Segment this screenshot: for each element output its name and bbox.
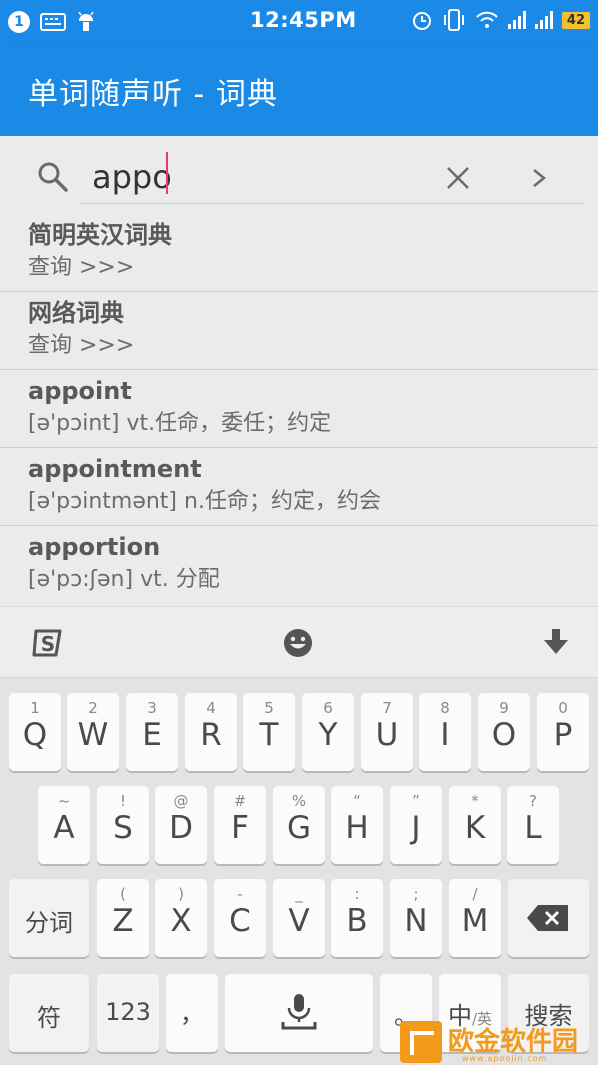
watermark-url: www.apoojin.com bbox=[462, 1054, 548, 1063]
key-g[interactable]: % G bbox=[273, 786, 325, 864]
android-icon bbox=[78, 11, 94, 31]
list-item-title: 简明英汉词典 bbox=[28, 221, 172, 249]
key-d[interactable]: @ D bbox=[155, 786, 207, 864]
comma-key[interactable]: ， bbox=[166, 974, 218, 1052]
keyboard: 1Q 2W 3E 4R 5T 6Y 7U 8I 9O 0P ~ A ! S @ D #… bbox=[0, 678, 598, 1065]
key-e[interactable]: 3E bbox=[126, 693, 178, 771]
keyboard-toolbar: S bbox=[0, 606, 598, 678]
list-item-title: appointment bbox=[28, 455, 202, 483]
emoji-icon[interactable] bbox=[282, 627, 314, 659]
list-item-title: appoint bbox=[28, 377, 132, 405]
list-item[interactable]: apportion [ə'pɔ:ʃən] vt. 分配 bbox=[0, 526, 598, 604]
segment-key[interactable]: 分词 bbox=[9, 879, 89, 957]
key-r[interactable]: 4R bbox=[185, 693, 237, 771]
watermark-icon bbox=[400, 1020, 442, 1063]
key-l[interactable]: ? L bbox=[507, 786, 559, 864]
list-item[interactable]: 网络词典 查询 >>> bbox=[0, 292, 598, 370]
key-f[interactable]: # F bbox=[214, 786, 266, 864]
page-title: 单词随声听 - 词典 bbox=[28, 77, 278, 112]
search-input[interactable] bbox=[80, 150, 585, 204]
list-item[interactable]: 简明英汉词典 查询 >>> bbox=[0, 214, 598, 292]
key-t[interactable]: 5T bbox=[243, 693, 295, 771]
chevron-right-icon[interactable] bbox=[522, 160, 556, 196]
key-p[interactable]: 0P bbox=[537, 693, 589, 771]
key-a[interactable]: ~ A bbox=[38, 786, 90, 864]
app-bar: 单词随声听 - 词典 bbox=[0, 43, 598, 136]
key-y[interactable]: 6Y bbox=[302, 693, 354, 771]
svg-text:S: S bbox=[41, 632, 55, 656]
microphone-icon bbox=[281, 994, 317, 1030]
key-b[interactable]: :B bbox=[331, 879, 383, 957]
space-key[interactable] bbox=[225, 974, 373, 1052]
key-s[interactable]: ! S bbox=[97, 786, 149, 864]
key-c[interactable]: -C bbox=[214, 879, 266, 957]
sogou-logo-icon[interactable]: S bbox=[30, 625, 66, 661]
key-k[interactable]: * K bbox=[449, 786, 501, 864]
key-h[interactable]: “H bbox=[331, 786, 383, 864]
keyboard-icon bbox=[40, 12, 66, 31]
list-item[interactable]: appointment [ə'pɔintmənt] n.任命；约定，约会 bbox=[0, 448, 598, 526]
list-item-title: apportion bbox=[28, 533, 161, 561]
list-item-subtitle: [ə'pɔintmənt] n.任命；约定，约会 bbox=[28, 489, 381, 514]
key-j[interactable]: ” J bbox=[390, 786, 442, 864]
watermark-logo: 欧金软件园 www.apoojin.com bbox=[400, 1018, 598, 1065]
list-item-subtitle: 查询 >>> bbox=[28, 333, 135, 358]
notification-count-badge: 1 bbox=[8, 10, 30, 33]
alarm-icon bbox=[412, 12, 431, 30]
list-item-subtitle: [ə'pɔint] vt.任命，委任；约定 bbox=[28, 411, 332, 436]
wifi-icon bbox=[476, 11, 498, 28]
watermark-text: 欧金软件园 bbox=[448, 1026, 579, 1057]
key-i[interactable]: 8I bbox=[419, 693, 471, 771]
list-item-title: 网络词典 bbox=[28, 299, 124, 327]
backspace-icon bbox=[527, 905, 568, 931]
list-item-subtitle: [ə'pɔ:ʃən] vt. 分配 bbox=[28, 567, 220, 592]
status-time: 12:45PM bbox=[250, 8, 357, 32]
list-item-subtitle: 查询 >>> bbox=[28, 255, 135, 280]
number-key[interactable]: 123 bbox=[97, 974, 159, 1052]
key-o[interactable]: 9O bbox=[478, 693, 530, 771]
list-item[interactable]: appoint [ə'pɔint] vt.任命，委任；约定 bbox=[0, 370, 598, 448]
key-v[interactable]: _ V bbox=[273, 879, 325, 957]
key-x[interactable]: ) X bbox=[155, 879, 207, 957]
result-list: 简明英汉词典 查询 >>> 网络词典 查询 >>> appoint [ə'pɔi… bbox=[0, 214, 598, 604]
close-icon[interactable] bbox=[440, 160, 476, 196]
key-q[interactable]: 1Q bbox=[9, 693, 61, 771]
search-icon[interactable] bbox=[36, 160, 70, 194]
hide-keyboard-icon[interactable] bbox=[540, 626, 572, 658]
signal-icon bbox=[534, 11, 553, 29]
key-n[interactable]: ; N bbox=[390, 879, 442, 957]
status-bar: 1 12:45PM 42 bbox=[0, 0, 598, 43]
key-m[interactable]: / M bbox=[449, 879, 501, 957]
battery-indicator: 42 bbox=[561, 11, 590, 29]
backspace-key[interactable] bbox=[508, 879, 589, 957]
key-w[interactable]: 2W bbox=[67, 693, 119, 771]
text-cursor bbox=[166, 152, 168, 194]
key-z[interactable]: (Z bbox=[97, 879, 149, 957]
signal-icon bbox=[507, 11, 526, 29]
key-u[interactable]: 7U bbox=[361, 693, 413, 771]
search-bar bbox=[0, 136, 598, 216]
vibrate-icon bbox=[443, 9, 464, 31]
symbol-key[interactable]: 符 bbox=[9, 974, 89, 1052]
